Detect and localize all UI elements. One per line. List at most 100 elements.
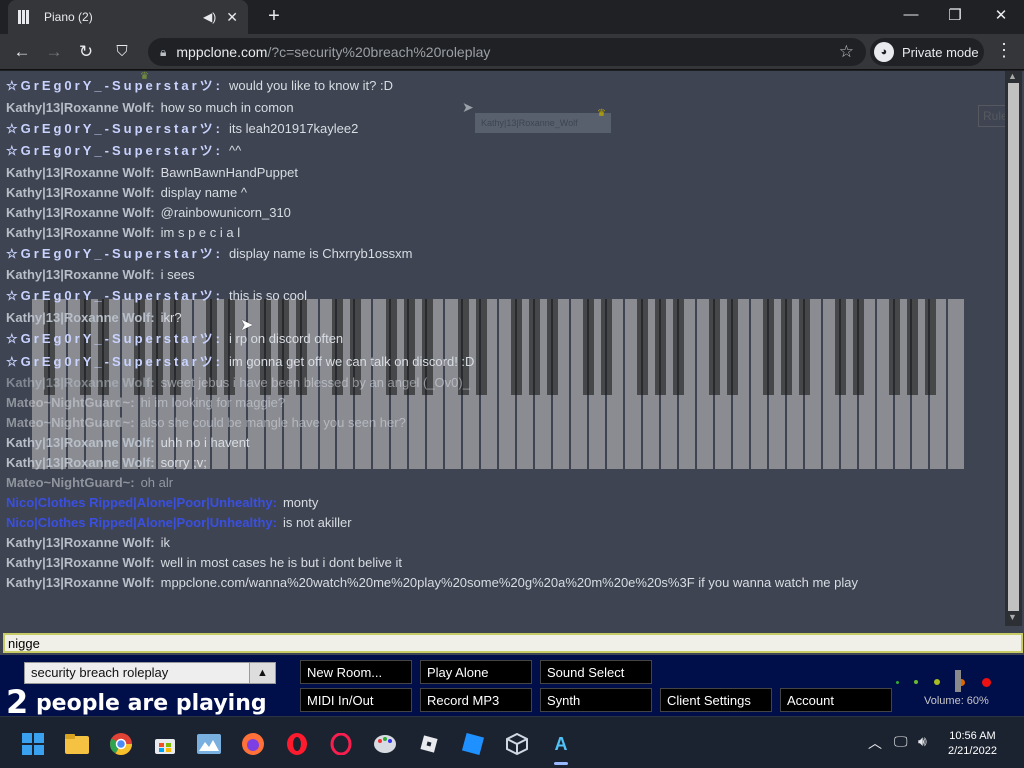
lock-icon: 🔒︎ (160, 44, 167, 59)
chat-message: Mateo~NightGuard~: oh alr (6, 473, 996, 493)
new-room-button[interactable]: New Room... (300, 660, 412, 684)
menu-icon[interactable]: ⋮ (992, 40, 1016, 61)
app-a-icon[interactable]: A (548, 731, 574, 765)
chat-username[interactable]: Kathy|13|Roxanne Wolf: (6, 575, 155, 590)
client-settings-button[interactable]: Client Settings (660, 688, 772, 712)
chat-username[interactable]: ☆GrEg0rY_-Superstarツ: (6, 288, 223, 303)
close-window-icon[interactable]: ✕ (986, 6, 1016, 24)
chat-username[interactable]: Nico|Clothes Ripped|Alone|Poor|Unhealthy… (6, 495, 277, 510)
chat-username[interactable]: Kathy|13|Roxanne Wolf: (6, 455, 155, 470)
volume-knob[interactable] (955, 670, 961, 692)
piano-favicon-icon (18, 10, 34, 24)
chat-username[interactable]: Mateo~NightGuard~: (6, 395, 135, 410)
mouse-cursor-icon: ➤ (240, 317, 254, 334)
chat-username[interactable]: Kathy|13|Roxanne Wolf: (6, 310, 155, 325)
speaker-icon[interactable]: ◀) (203, 10, 216, 24)
photos-icon[interactable] (196, 731, 222, 757)
url-field[interactable]: 🔒︎ mppclone.com /?c=security%20breach%20… (148, 38, 866, 66)
file-explorer-icon[interactable] (64, 731, 90, 757)
chat-username[interactable]: Mateo~NightGuard~: (6, 415, 135, 430)
chat-username[interactable]: Nico|Clothes Ripped|Alone|Poor|Unhealthy… (6, 515, 277, 530)
clock-time: 10:56 AM (949, 730, 996, 742)
chat-message: ☆GrEg0rY_-Superstarツ: its leah201917kayle… (6, 118, 996, 141)
clock-date: 2/21/2022 (948, 745, 997, 757)
chat-username[interactable]: Kathy|13|Roxanne Wolf: (6, 535, 155, 550)
roblox-studio-icon[interactable] (460, 731, 486, 757)
sound-select-button[interactable]: Sound Select (540, 660, 652, 684)
chat-scrollbar[interactable]: ▲ ▼ (1005, 71, 1022, 626)
chat-username[interactable]: Kathy|13|Roxanne Wolf: (6, 225, 155, 240)
bookmark-star-icon[interactable]: ☆ (839, 42, 854, 62)
tray-chevron-icon[interactable]: ︿ (868, 733, 882, 753)
record-mp3-button[interactable]: Record MP3 (420, 688, 532, 712)
midi-button[interactable]: MIDI In/Out (300, 688, 412, 712)
scrollbar-thumb[interactable] (1008, 83, 1019, 611)
volume-icon[interactable]: 🔊︎ (918, 733, 927, 750)
players-text: people are playing (35, 691, 267, 716)
chat-username[interactable]: Kathy|13|Roxanne Wolf: (6, 165, 155, 180)
chat-message: ☆GrEg0rY_-Superstarツ: display name is Chx… (6, 243, 996, 266)
chat-username[interactable]: ☆GrEg0rY_-Superstarツ: (6, 331, 223, 346)
roblox-icon[interactable] (416, 731, 442, 757)
url-path: /?c=security%20breach%20roleplay (267, 44, 491, 60)
chat-text: this is so cool (228, 288, 308, 304)
chat-username[interactable]: Mateo~NightGuard~: (6, 475, 135, 490)
clock[interactable]: 10:56 AM 2/21/2022 (948, 729, 997, 759)
chat-username[interactable]: Kathy|13|Roxanne Wolf: (6, 375, 155, 390)
chat-text: im gonna get off we can talk on discord!… (228, 353, 475, 369)
new-tab-button[interactable]: + (262, 5, 286, 28)
paint-icon[interactable] (372, 731, 398, 757)
chat-text: would you like to know it? :D (228, 78, 394, 93)
chat-text: ^^ (228, 143, 242, 159)
opera-icon[interactable] (284, 731, 310, 757)
scroll-down-icon[interactable]: ▼ (1008, 612, 1017, 622)
reload-icon[interactable]: ↻ (74, 40, 98, 64)
opera-gx-icon[interactable] (328, 731, 354, 757)
volume-label: Volume: 60% (924, 695, 989, 707)
shield-icon[interactable]: ⛉ (110, 40, 134, 64)
room-expand-icon[interactable]: ▲ (249, 663, 275, 683)
tab-piano[interactable]: Piano (2) ◀) ✕ (8, 0, 248, 34)
firefox-icon[interactable] (240, 731, 266, 757)
players-count: 2 people are playing (6, 683, 267, 716)
private-mode-badge[interactable]: ◕ Private mode (870, 38, 984, 66)
virtualbox-icon[interactable] (504, 731, 530, 757)
store-icon[interactable] (152, 731, 178, 757)
chat-username[interactable]: Kathy|13|Roxanne Wolf: (6, 267, 155, 282)
synth-button[interactable]: Synth (540, 688, 652, 712)
bottom-controls: security breach roleplay ▲ 2 people are … (0, 655, 1024, 716)
chat-message: Kathy|13|Roxanne Wolf: ikr? (6, 308, 996, 328)
chat-input[interactable] (3, 633, 1023, 653)
network-icon[interactable]: 🖵︎ (894, 733, 908, 750)
chat-username[interactable]: Kathy|13|Roxanne Wolf: (6, 100, 155, 115)
url-domain: mppclone.com (176, 44, 268, 60)
close-tab-icon[interactable]: ✕ (226, 9, 238, 26)
chat-text: well in most cases he is but i dont beli… (160, 555, 402, 571)
chat-username[interactable]: Kathy|13|Roxanne Wolf: (6, 185, 155, 200)
chat-username[interactable]: ☆GrEg0rY_-Superstarツ: (6, 246, 223, 261)
chat-username[interactable]: Kathy|13|Roxanne Wolf: (6, 205, 155, 220)
chat-username[interactable]: ☆GrEg0rY_-Superstarツ: (6, 78, 223, 93)
windows-start-icon[interactable] (20, 731, 46, 757)
minimize-icon[interactable]: — (896, 6, 926, 23)
account-button[interactable]: Account (780, 688, 892, 712)
chat-username[interactable]: ☆GrEg0rY_-Superstarツ: (6, 121, 223, 136)
scroll-up-icon[interactable]: ▲ (1008, 71, 1017, 81)
chat-message: Kathy|13|Roxanne Wolf: mppclone.com/wanna… (6, 575, 996, 591)
forward-icon[interactable]: → (42, 40, 66, 64)
chat-text: display name ^ (160, 184, 247, 200)
chat-message: Kathy|13|Roxanne Wolf: sweet jebus i have… (6, 373, 996, 393)
chat-text: ikr? (160, 309, 182, 325)
play-alone-button[interactable]: Play Alone (420, 660, 532, 684)
room-name: security breach roleplay (31, 665, 169, 680)
chat-username[interactable]: Kathy|13|Roxanne Wolf: (6, 435, 155, 450)
chat-username[interactable]: ☆GrEg0rY_-Superstarツ: (6, 143, 223, 158)
chrome-icon[interactable] (108, 731, 134, 757)
chat-text: @rainbowunicorn_310 (160, 204, 291, 220)
maximize-icon[interactable]: ❐ (940, 6, 970, 24)
chat-username[interactable]: Kathy|13|Roxanne Wolf: (6, 555, 155, 570)
chat-message: Kathy|13|Roxanne Wolf: BawnBawnHandPuppet (6, 163, 996, 183)
chat-username[interactable]: ☆GrEg0rY_-Superstarツ: (6, 354, 223, 369)
room-select[interactable]: security breach roleplay ▲ (24, 662, 276, 684)
back-icon[interactable]: ← (10, 40, 34, 64)
